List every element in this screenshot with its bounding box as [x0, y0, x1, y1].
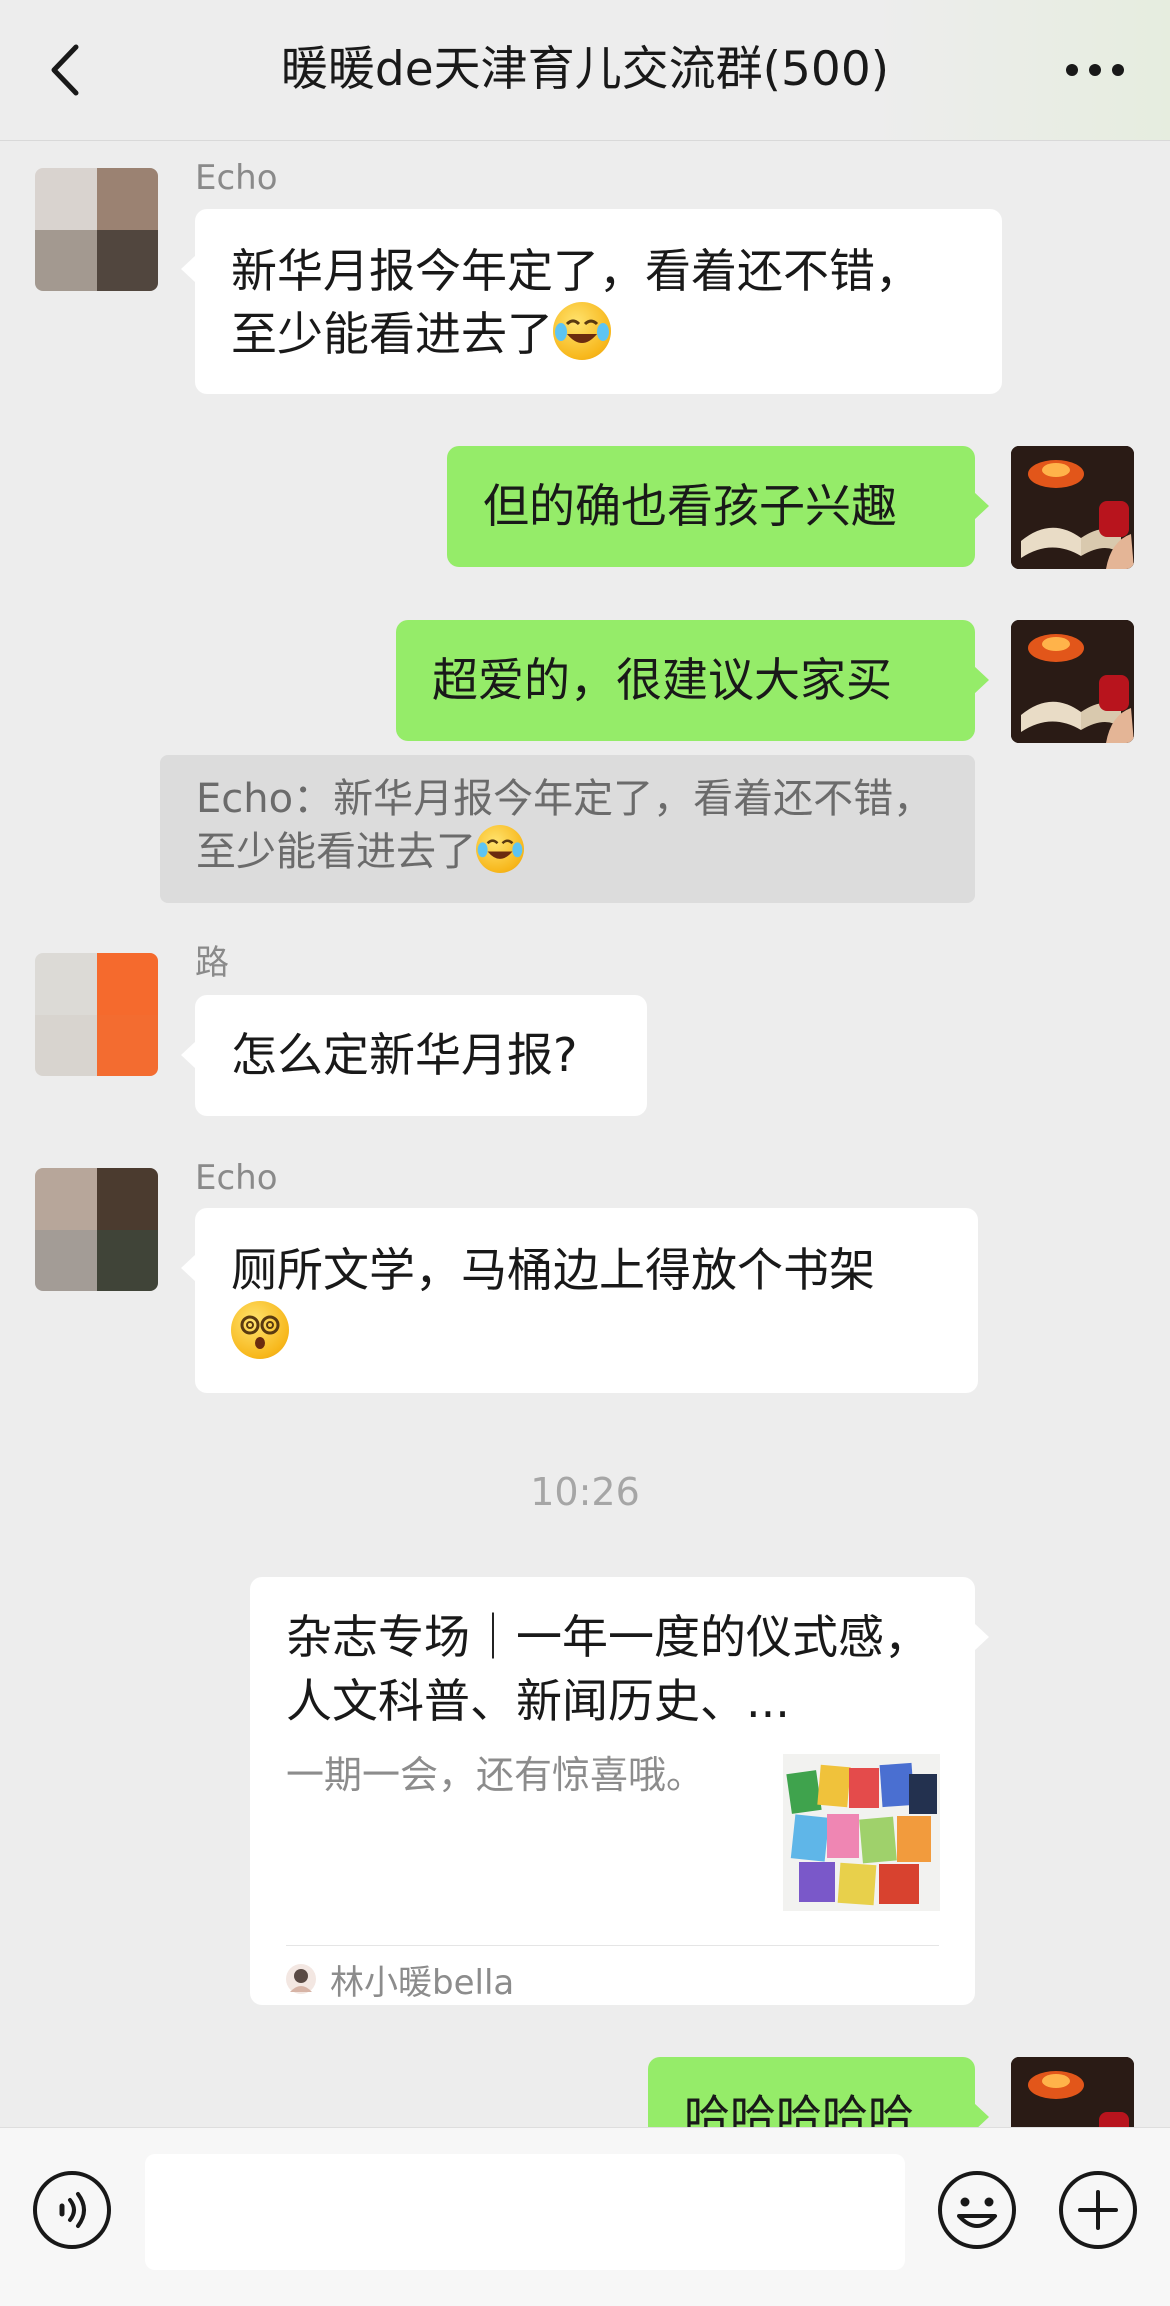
emoji-button[interactable] [937, 2170, 1017, 2250]
self-avatar[interactable] [1011, 446, 1134, 569]
input-bar [0, 2127, 1170, 2306]
sender-name: Echo [195, 158, 278, 198]
message-bubble[interactable]: 超爱的，很建议大家买 [396, 620, 989, 741]
more-button[interactable] [1060, 42, 1130, 98]
message-bubble[interactable]: 怎么定新华月报? [181, 995, 647, 1116]
self-avatar[interactable] [1011, 620, 1134, 743]
chat-header: 暖暖de天津育儿交流群(500) [0, 0, 1170, 141]
plus-icon [1059, 2171, 1137, 2249]
message-input[interactable] [145, 2154, 905, 2270]
quoted-message[interactable]: Echo：新华月报今年定了，看着还不错，至少能看进去了 [160, 755, 975, 903]
back-button[interactable] [40, 40, 90, 100]
sender-name: 路 [195, 943, 229, 983]
ellipsis-icon [1066, 64, 1124, 76]
card-title: 杂志专场｜一年一度的仪式感，人文科普、新闻历史、... [286, 1610, 930, 1728]
message-bubble[interactable]: 厕所文学，马桶边上得放个书架 [181, 1208, 978, 1393]
laugh-cry-emoji-icon [553, 302, 611, 360]
more-actions-button[interactable] [1058, 2170, 1138, 2250]
dizzy-face-emoji-icon [231, 1301, 289, 1359]
card-source[interactable]: 林小暖bella [286, 1957, 515, 2003]
card-divider [286, 1945, 939, 1946]
message-text: 超爱的，很建议大家买 [432, 653, 892, 707]
article-card[interactable]: 杂志专场｜一年一度的仪式感，人文科普、新闻历史、... 一期一会，还有惊喜哦。 [250, 1577, 989, 2005]
card-thumbnail [783, 1754, 940, 1911]
voice-icon [33, 2171, 111, 2249]
quote-text: Echo：新华月报今年定了，看着还不错，至少能看进去了 [196, 776, 934, 875]
sender-name: Echo [195, 1158, 278, 1198]
message-text: 怎么定新华月报? [231, 1028, 578, 1082]
avatar[interactable] [35, 168, 158, 291]
smiley-icon [938, 2171, 1016, 2249]
account-avatar-icon [286, 1964, 316, 1994]
message-bubble[interactable]: 但的确也看孩子兴趣 [447, 446, 989, 567]
chat-title: 暖暖de天津育儿交流群(500) [280, 42, 890, 97]
timestamp: 10:26 [530, 1470, 640, 1514]
laugh-cry-emoji-icon [476, 825, 524, 873]
avatar[interactable] [35, 953, 158, 1076]
message-text: 但的确也看孩子兴趣 [483, 479, 897, 533]
voice-button[interactable] [32, 2170, 112, 2250]
card-description: 一期一会，还有惊喜哦。 [286, 1753, 705, 1797]
message-bubble[interactable]: 新华月报今年定了，看着还不错，至少能看进去了 [181, 209, 1002, 394]
source-name: 林小暖bella [330, 1962, 515, 2003]
chevron-left-icon [51, 44, 79, 96]
avatar[interactable] [35, 1168, 158, 1291]
message-text: 厕所文学，马桶边上得放个书架 [231, 1243, 875, 1297]
